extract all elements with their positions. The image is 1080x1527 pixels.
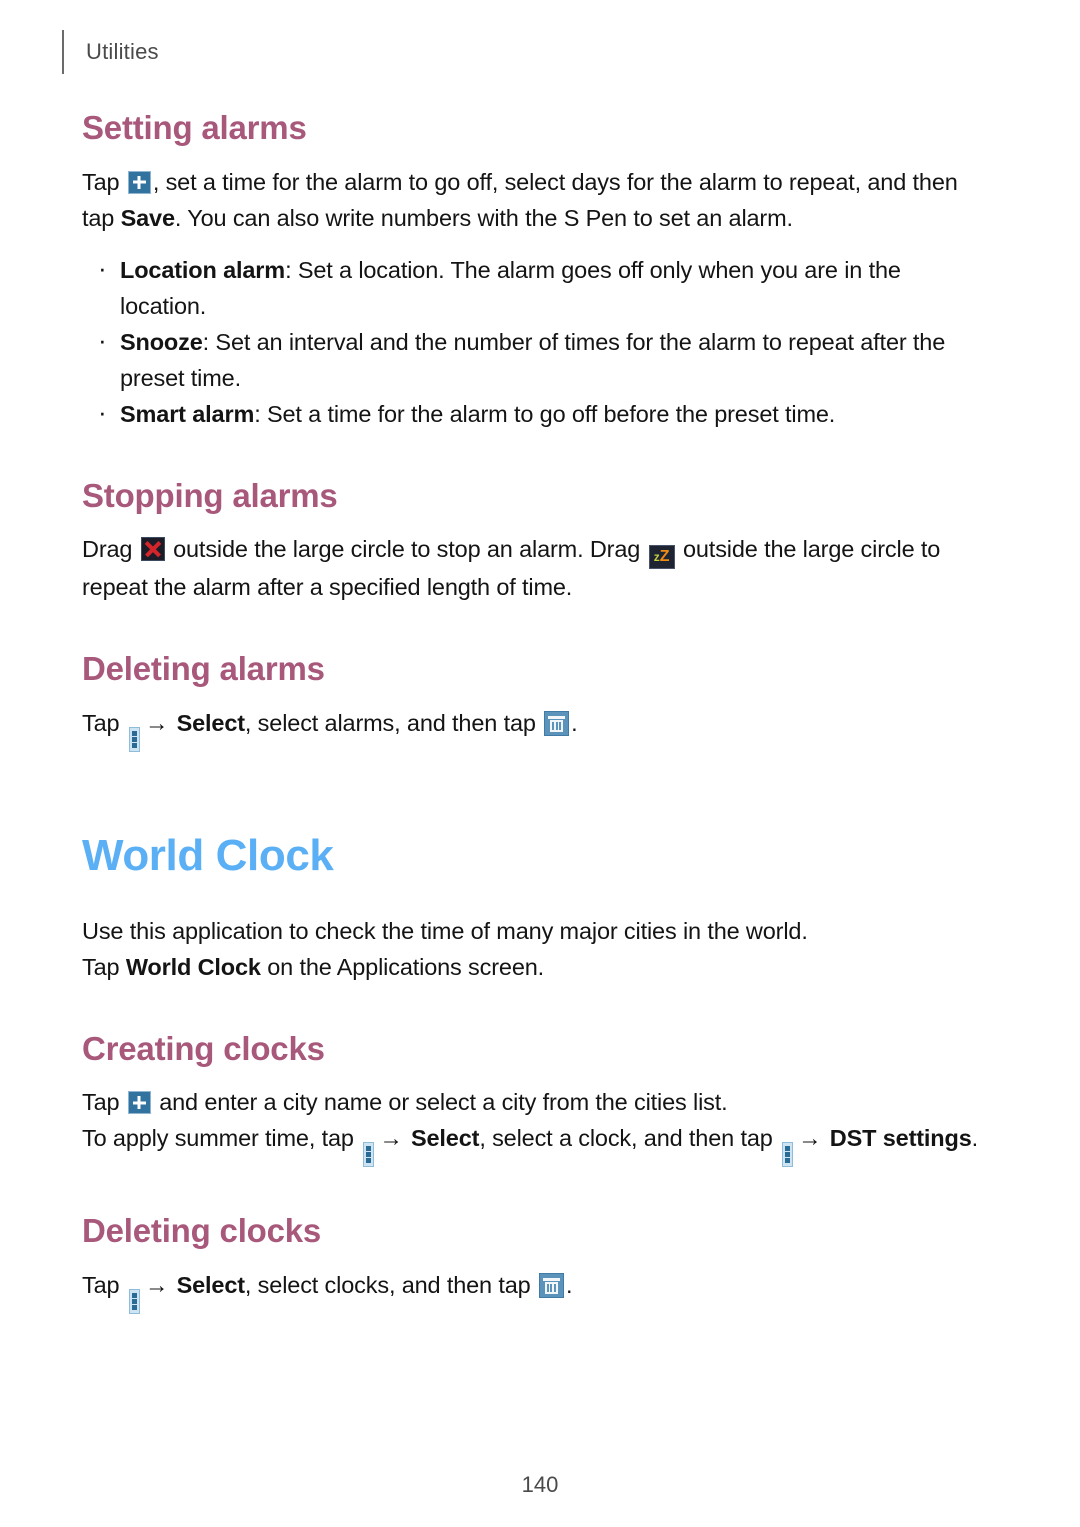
arrow-glyph: → [379,1125,403,1152]
text-fragment: on the Applications screen. [260,953,545,980]
paragraph-setting-alarms: Tap , set a time for the alarm to go off… [82,164,992,236]
more-options-icon [128,1288,140,1314]
manual-page: Utilities Setting alarms Tap , set a tim… [0,0,1080,1527]
list-item: Snooze: Set an interval and the number o… [82,322,992,396]
list-item: Location alarm: Set a location. The alar… [82,250,992,324]
bold-save-label: Save [120,204,175,231]
text-fragment: Tap [82,953,126,980]
delete-icon [544,710,570,736]
text-fragment: Tap [82,168,126,195]
plus-icon [127,1091,151,1115]
heading-deleting-clocks: Deleting clocks [82,1212,322,1250]
arrow-glyph: → [798,1125,822,1152]
page-number: 140 [521,1472,559,1497]
arrow-glyph: → [144,1271,169,1298]
paragraph-stopping-alarms: Drag outside the large circle to stop an… [82,531,992,605]
delete-icon [538,1272,564,1298]
list-item: Smart alarm: Set a time for the alarm to… [82,394,992,432]
bold-world-clock-label: World Clock [125,953,261,980]
more-options-icon [363,1142,375,1168]
header-divider-rule [62,30,64,74]
paragraph-creating-clocks-1: Tap and enter a city name or select a ci… [82,1084,992,1120]
more-options-icon [128,726,140,752]
paragraph-world-clock-intro-1: Use this application to check the time o… [82,917,808,944]
alarm-options-list: Location alarm: Set a location. The alar… [82,250,992,432]
bold-select-label: Select [410,1125,480,1152]
list-item-text: : Set a time for the alarm to go off bef… [254,400,836,427]
heading-world-clock: World Clock [82,830,334,880]
heading-stopping-alarms: Stopping alarms [82,476,338,514]
list-item-text: : Set an interval and the number of time… [120,328,946,391]
stop-alarm-icon [140,537,165,562]
plus-icon [127,170,151,194]
header-chapter-title: Utilities [86,39,159,64]
heading-setting-alarms: Setting alarms [82,109,307,146]
list-item-term: Smart alarm [120,400,255,427]
text-fragment: . [971,1125,979,1152]
text-fragment: To apply summer time, tap [82,1125,361,1152]
list-item-term: Snooze [120,328,203,355]
heading-deleting-alarms: Deleting alarms [82,650,325,688]
text-fragment: , select clocks, and then tap [244,1271,537,1298]
more-options-icon [782,1142,794,1168]
text-fragment: and enter a city name or select a city f… [152,1089,728,1116]
arrow-glyph: → [144,709,169,736]
snooze-icon-z-upper: Z [659,548,670,566]
bold-select-label: Select [176,1271,245,1298]
text-fragment: . [565,1271,573,1298]
text-fragment: , select a clock, and then tap [479,1125,780,1152]
snooze-icon: zZ [648,545,675,570]
list-item-term: Location alarm [120,256,286,283]
text-fragment: Tap [82,709,126,736]
text-fragment: Drag [82,536,139,563]
text-fragment: . [571,709,578,736]
text-fragment: . You can also write numbers with the S … [174,204,793,231]
text-fragment: outside the large circle to stop an alar… [166,536,647,563]
paragraph-creating-clocks-2: To apply summer time, tap → Select, sele… [82,1120,992,1168]
text-fragment: Tap [82,1271,126,1298]
text-fragment: , select alarms, and then tap [244,709,543,736]
page-content: Setting alarms Tap , set a time for the … [82,108,992,1314]
paragraph-deleting-clocks: Tap → Select, select clocks, and then ta… [82,1267,992,1314]
running-header: Utilities [62,30,159,74]
paragraph-deleting-alarms: Tap → Select, select alarms, and then ta… [82,705,992,752]
heading-creating-clocks: Creating clocks [82,1029,325,1067]
paragraph-world-clock-intro-2: Tap World Clock on the Applications scre… [82,949,992,985]
bold-select-label: Select [176,709,245,736]
bold-dst-settings-label: DST settings [829,1125,972,1152]
text-fragment: Tap [82,1089,126,1116]
